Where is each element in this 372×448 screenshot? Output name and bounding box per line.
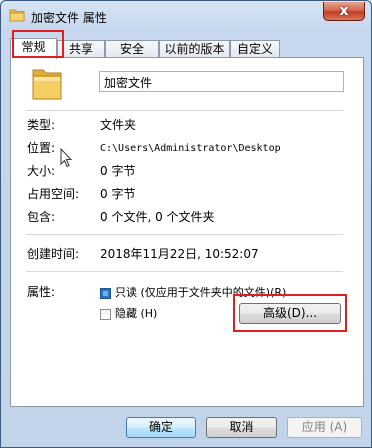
created-value: 2018年11月22日, 10:52:07 [100, 247, 259, 261]
tab-customize[interactable]: 自定义 [230, 40, 280, 58]
separator [26, 234, 343, 235]
attributes-label: 属性: [27, 285, 56, 299]
contains-value: 0 个文件, 0 个文件夹 [100, 210, 215, 224]
size-on-disk-label: 占用空间: [27, 187, 80, 201]
mouse-cursor-icon [60, 148, 72, 168]
created-label: 创建时间: [27, 247, 80, 261]
tab-previous-versions[interactable]: 以前的版本 [159, 40, 230, 58]
folder-name-input[interactable] [99, 71, 344, 92]
window-title: 加密文件 属性 [31, 11, 107, 25]
properties-window: 加密文件 属性 x 常规 共享 安全 以前的版本 自定义 类型: 文件夹 位置:… [0, 0, 372, 448]
folder-icon [9, 9, 25, 22]
cancel-button[interactable]: 取消 [206, 417, 277, 438]
tab-sharing[interactable]: 共享 [57, 40, 105, 58]
size-label: 大小: [27, 164, 56, 178]
close-icon: x [339, 3, 349, 19]
separator [26, 271, 343, 272]
advanced-highlight-box [233, 294, 347, 332]
apply-button[interactable]: 应用 (A) [287, 417, 362, 438]
location-value: C:\Users\Administrator\Desktop [100, 143, 281, 154]
folder-icon [32, 69, 62, 100]
contains-label: 包含: [27, 210, 56, 224]
size-on-disk-value: 0 字节 [100, 187, 136, 201]
close-button[interactable]: x [323, 2, 365, 21]
separator [26, 110, 343, 111]
type-label: 类型: [27, 118, 56, 132]
hidden-checkbox[interactable] [100, 309, 111, 320]
type-value: 文件夹 [100, 118, 137, 132]
tab-security[interactable]: 安全 [105, 40, 159, 58]
tab-highlight-box [12, 30, 64, 58]
readonly-checkbox[interactable] [100, 288, 111, 299]
title-bar[interactable]: 加密文件 属性 x [1, 1, 371, 31]
location-label: 位置: [27, 141, 56, 155]
size-value: 0 字节 [100, 164, 136, 178]
hidden-label[interactable]: 隐藏 (H) [115, 307, 157, 321]
ok-button[interactable]: 确定 [126, 417, 196, 438]
